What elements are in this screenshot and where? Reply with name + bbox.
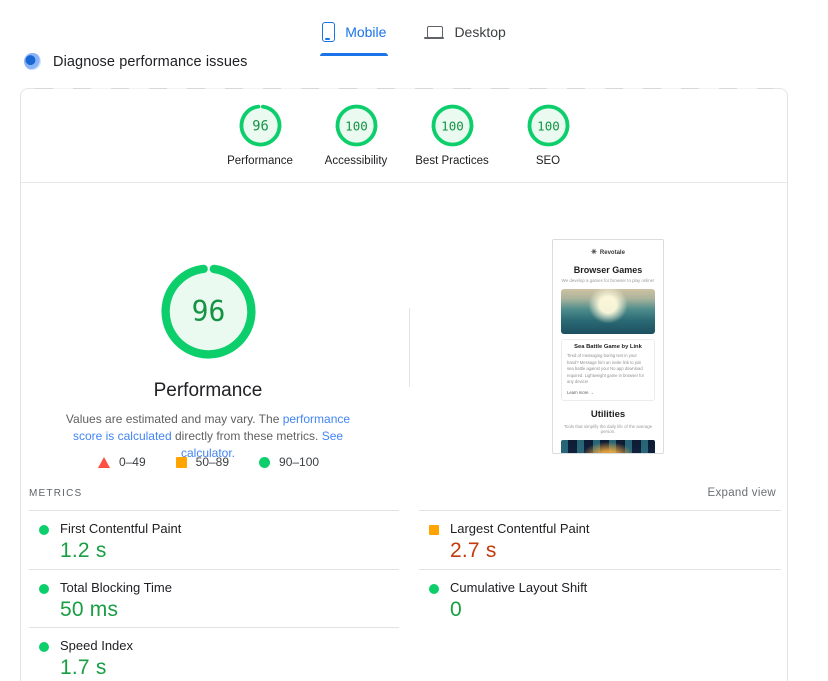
page-screenshot-thumbnail[interactable]: ✳ Revotale Browser Games We develop a ga… — [552, 239, 664, 454]
device-tabs: Mobile Desktop — [0, 14, 828, 56]
category-label: Performance — [227, 155, 293, 167]
svg-text:100: 100 — [537, 119, 560, 134]
category-gauges: 96 Performance 100 Accessibility 100 Bes… — [21, 104, 787, 167]
lighthouse-icon — [24, 53, 41, 70]
disclaimer-text: directly from these metrics. — [172, 429, 322, 443]
pass-circle-icon — [429, 584, 439, 594]
pass-circle-icon — [39, 525, 49, 535]
category-performance[interactable]: 96 Performance — [212, 104, 308, 167]
category-accessibility[interactable]: 100 Accessibility — [308, 104, 404, 167]
metric-value: 50 ms — [60, 598, 172, 622]
metric-name: First Contentful Paint — [60, 521, 181, 536]
thumb-card-title: Sea Battle Game by Link — [567, 344, 649, 350]
metric-row-fcp: First Contentful Paint 1.2 s — [29, 510, 399, 569]
metric-name: Total Blocking Time — [60, 580, 172, 595]
metric-row-cls: Cumulative Layout Shift 0 — [419, 569, 781, 628]
metric-name: Speed Index — [60, 638, 133, 653]
divider — [21, 182, 787, 183]
legend-average: 50–89 — [176, 455, 229, 469]
metric-value: 0 — [450, 598, 587, 622]
metric-row-tbt: Total Blocking Time 50 ms — [29, 569, 399, 628]
thumb-learn-more-link: Learn more → — [567, 390, 649, 395]
metric-name: Cumulative Layout Shift — [450, 580, 587, 595]
tab-mobile-label: Mobile — [345, 24, 386, 40]
seo-gauge-icon: 100 — [527, 104, 570, 147]
pass-circle-icon — [259, 457, 270, 468]
legend-pass: 90–100 — [259, 455, 319, 469]
category-best-practices[interactable]: 100 Best Practices — [404, 104, 500, 167]
revotale-logo-icon: ✳ — [591, 249, 597, 256]
pass-circle-icon — [39, 642, 49, 652]
tab-desktop-label: Desktop — [454, 24, 505, 40]
section-title: Diagnose performance issues — [53, 54, 248, 70]
thumb-utilities-image — [561, 440, 655, 455]
thumb-heading-utilities: Utilities — [553, 409, 663, 420]
section-header: Diagnose performance issues — [24, 53, 248, 70]
vertical-divider — [409, 308, 410, 387]
best-practices-gauge-icon: 100 — [431, 104, 474, 147]
metrics-column-right: Largest Contentful Paint 2.7 s Cumulativ… — [419, 510, 781, 681]
svg-text:100: 100 — [441, 119, 464, 134]
expand-view-link[interactable]: Expand view — [707, 487, 776, 499]
fail-triangle-icon — [98, 457, 110, 468]
thumb-subheading-utilities: Tools that simplify the daily life of th… — [553, 424, 663, 434]
legend-label: 90–100 — [279, 455, 319, 469]
performance-gauge-icon: 96 — [239, 104, 282, 147]
metric-value: 2.7 s — [450, 539, 589, 563]
metrics-grid: First Contentful Paint 1.2 s Total Block… — [29, 510, 781, 681]
legend-label: 0–49 — [119, 455, 146, 469]
category-seo[interactable]: 100 SEO — [500, 104, 596, 167]
category-label: Accessibility — [325, 155, 388, 167]
legend-label: 50–89 — [196, 455, 229, 469]
thumb-subheading: We develop a games for browser to play o… — [553, 278, 663, 283]
accessibility-gauge-icon: 100 — [335, 104, 378, 147]
thumb-brand: ✳ Revotale — [553, 249, 663, 256]
average-square-icon — [429, 525, 439, 535]
tab-desktop[interactable]: Desktop — [422, 14, 507, 56]
svg-text:96: 96 — [192, 295, 226, 328]
thumb-sea-image — [561, 289, 655, 334]
pass-circle-icon — [39, 584, 49, 594]
metric-row-lcp: Largest Contentful Paint 2.7 s — [419, 510, 781, 569]
thumb-game-card: Sea Battle Game by Link Tired of messagi… — [561, 339, 655, 401]
metrics-section-label: METRICS — [29, 488, 82, 499]
thumb-card-text: Tired of messaging boring text in your h… — [567, 353, 649, 386]
score-legend: 0–49 50–89 90–100 — [21, 455, 396, 469]
category-label: Best Practices — [415, 155, 489, 167]
metrics-column-left: First Contentful Paint 1.2 s Total Block… — [29, 510, 399, 681]
svg-text:96: 96 — [252, 119, 269, 135]
metric-value: 1.2 s — [60, 539, 181, 563]
tab-mobile[interactable]: Mobile — [320, 14, 388, 56]
category-label: SEO — [536, 155, 560, 167]
legend-fail: 0–49 — [98, 455, 146, 469]
svg-text:100: 100 — [345, 119, 368, 134]
thumb-heading: Browser Games — [553, 265, 663, 275]
metric-name: Largest Contentful Paint — [450, 521, 589, 536]
desktop-laptop-icon — [424, 26, 444, 41]
thumb-brand-name: Revotale — [600, 250, 625, 256]
pagespeed-report: Mobile Desktop Diagnose performance issu… — [0, 0, 828, 681]
performance-title: Performance — [58, 380, 358, 402]
metric-row-speed-index: Speed Index 1.7 s — [29, 627, 399, 681]
metrics-header: METRICS Expand view — [29, 487, 776, 499]
metric-value: 1.7 s — [60, 656, 133, 680]
performance-score-gauge: 96 — [160, 263, 257, 360]
report-card: 96 Performance 100 Accessibility 100 Bes… — [20, 88, 788, 681]
mobile-phone-icon — [322, 22, 335, 42]
disclaimer-text: Values are estimated and may vary. The — [66, 412, 283, 426]
average-square-icon — [176, 457, 187, 468]
